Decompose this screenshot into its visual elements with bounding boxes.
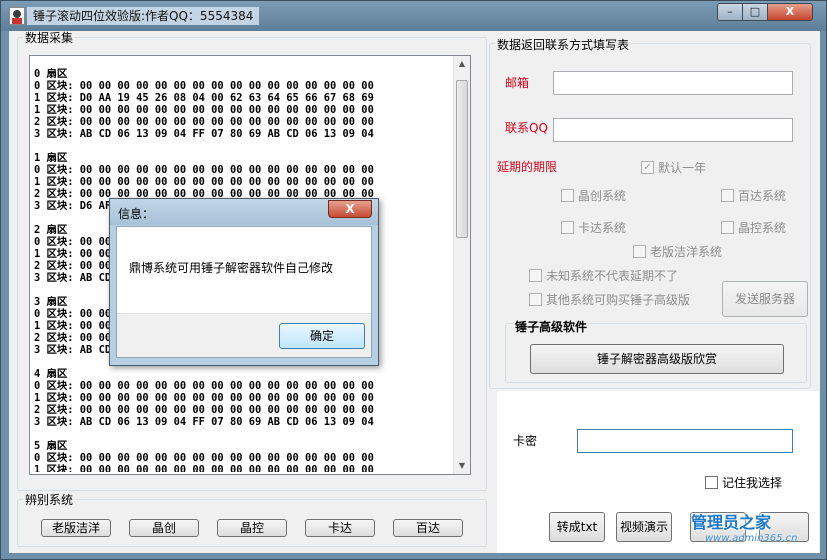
video-demo-button[interactable]: 视频演示 — [616, 512, 672, 542]
maximize-button[interactable]: □ — [742, 3, 768, 21]
default-year-label: 默认一年 — [658, 161, 707, 175]
sector-data-line — [34, 428, 452, 440]
watermark-logo: 管理员之家 www.admin365.cn — [691, 509, 821, 551]
vertical-scrollbar[interactable]: ▲ ▼ — [453, 56, 470, 474]
sector-data-line: 2 区块: 00 00 00 00 00 00 00 00 00 00 00 0… — [34, 404, 374, 416]
dialog-close-icon[interactable]: X — [328, 200, 372, 218]
title-bar[interactable]: 锤子滚动四位效验版:作者QQ：5554384 – □ X — [1, 1, 826, 31]
remember-label: 记住我选择 — [722, 476, 783, 490]
card-label: 卡密 — [513, 434, 538, 448]
email-label: 邮箱 — [505, 76, 530, 90]
info-dialog: 信息： X 鼎博系统可用锤子解密器软件自己修改 确定 — [109, 198, 379, 366]
baida-system-checkbox[interactable]: 百达系统 — [721, 187, 786, 204]
identify-kada-button[interactable]: 卡达 — [305, 519, 375, 537]
dialog-title: 信息： — [118, 207, 155, 221]
sector-data-line: 0 区块: 00 00 00 00 00 00 00 00 00 00 00 0… — [34, 452, 374, 464]
default-year-checkbox[interactable]: ✓ 默认一年 — [641, 159, 706, 176]
sector-data-line: 0 区块: 00 00 00 00 00 00 00 00 00 00 00 0… — [34, 164, 374, 176]
card-input[interactable] — [577, 429, 793, 453]
identify-jingkong-button[interactable]: 晶控 — [217, 519, 287, 537]
dialog-body: 鼎博系统可用锤子解密器软件自己修改 确定 — [116, 226, 372, 358]
sector-data-line: 1 区块: 00 00 00 00 00 00 00 00 00 00 00 0… — [34, 464, 374, 472]
sector-data-line: 1 区块: 00 00 00 00 00 00 00 00 00 00 00 0… — [34, 176, 374, 188]
other-system-checkbox[interactable]: 其他系统可购买锤子高级版 — [529, 291, 690, 308]
collect-group-label: 数据采集 — [23, 31, 76, 45]
sector-data-line: 3 区块: AB CD 06 13 09 04 FF 07 80 69 AB C… — [34, 128, 374, 140]
jingkong-system-checkbox[interactable]: 晶控系统 — [721, 219, 786, 236]
dialog-footer: 确定 — [117, 313, 371, 357]
window-title: 锤子滚动四位效验版:作者QQ：5554384 — [27, 7, 260, 25]
advanced-view-button[interactable]: 锤子解密器高级版欣赏 — [530, 344, 784, 374]
sector-data-line: 0 区块: 00 00 00 00 00 00 00 00 00 00 00 0… — [34, 380, 374, 392]
convert-txt-button[interactable]: 转成txt — [549, 512, 605, 542]
sector-data-line: 1 区块: 00 00 00 00 00 00 00 00 00 00 00 0… — [34, 104, 374, 116]
contact-group-label: 数据返回联系方式填写表 — [495, 38, 632, 52]
old-jieyang-system-checkbox[interactable]: 老版洁洋系统 — [633, 243, 722, 260]
kada-system-checkbox[interactable]: 卡达系统 — [561, 219, 626, 236]
qq-input[interactable] — [553, 118, 793, 142]
app-icon — [9, 7, 25, 25]
sector-data-line: 0 区块: 00 00 00 00 00 00 00 00 00 00 00 0… — [34, 80, 374, 92]
sector-data-line — [34, 140, 452, 152]
scroll-up-icon[interactable]: ▲ — [454, 56, 470, 72]
qq-label: 联系QQ — [505, 121, 548, 135]
minimize-button[interactable]: – — [717, 3, 743, 21]
dialog-ok-button[interactable]: 确定 — [279, 323, 365, 349]
jingchuang-system-checkbox[interactable]: 晶创系统 — [561, 187, 626, 204]
main-window: 锤子滚动四位效验版:作者QQ：5554384 – □ X 数据采集 0 扇区 0 … — [0, 0, 827, 560]
sector-data-line: 3 区块: AB CD 06 13 09 04 FF 07 80 69 AB C… — [34, 416, 374, 428]
sector-data-line: 2 区块: 00 00 00 00 00 00 00 00 00 00 00 0… — [34, 116, 374, 128]
advanced-title: 锤子高级软件 — [513, 319, 590, 335]
watermark-url: www.admin365.cn — [705, 533, 798, 544]
sector-data-line: 0 扇区 — [34, 68, 68, 80]
email-input[interactable] — [553, 71, 793, 95]
scroll-down-icon[interactable]: ▼ — [454, 458, 470, 474]
identify-baida-button[interactable]: 百达 — [393, 519, 463, 537]
sector-data-line: 1 扇区 — [34, 152, 68, 164]
scroll-thumb[interactable] — [456, 80, 468, 238]
close-button[interactable]: X — [767, 3, 813, 21]
sector-data-line: 1 区块: D0 AA 19 45 26 08 04 00 62 63 64 6… — [34, 92, 374, 104]
sector-data-line: 5 扇区 — [34, 440, 68, 452]
dialog-title-bar[interactable]: 信息： X — [110, 199, 378, 225]
send-server-button[interactable]: 发送服务器 — [722, 281, 808, 317]
watermark-text: 管理员之家 — [691, 513, 772, 532]
sector-data-line: 4 扇区 — [34, 368, 68, 380]
identify-group-label: 辨别系统 — [23, 493, 76, 507]
identify-old-jieyang-button[interactable]: 老版洁洋 — [41, 519, 111, 537]
default-year-check-icon: ✓ — [641, 161, 654, 174]
remember-checkbox[interactable]: 记住我选择 — [705, 474, 782, 491]
dialog-message: 鼎博系统可用锤子解密器软件自己修改 — [129, 261, 334, 275]
identify-jingchuang-button[interactable]: 晶创 — [129, 519, 199, 537]
expiry-label: 延期的期限 — [497, 160, 558, 174]
sector-data-line: 1 区块: 00 00 00 00 00 00 00 00 00 00 00 0… — [34, 392, 374, 404]
unknown-system-checkbox[interactable]: 未知系统不代表延期不了 — [529, 267, 678, 284]
